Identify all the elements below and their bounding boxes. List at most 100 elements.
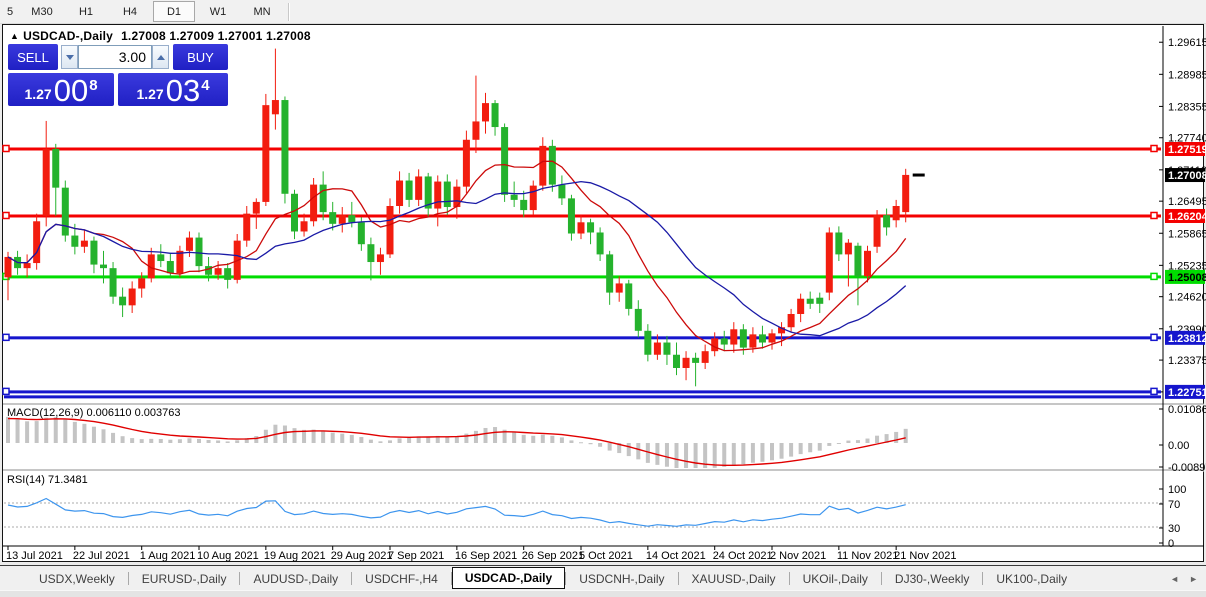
tab-ukoil-daily[interactable]: UKOil-,Daily — [790, 569, 881, 589]
macd-bar — [168, 439, 173, 443]
candle — [548, 145, 556, 185]
macd-bar — [731, 443, 736, 466]
date-label: 14 Oct 2021 — [646, 550, 706, 562]
date-label: 16 Sep 2021 — [455, 550, 517, 562]
tab-usdcad-daily[interactable]: USDCAD-,Daily — [451, 567, 566, 589]
hline-1.22751-2[interactable] — [4, 395, 1161, 399]
tab-audusd-daily[interactable]: AUDUSD-,Daily — [240, 569, 351, 589]
macd-bar — [521, 434, 526, 443]
chart-tabbar: USDX,Weekly EURUSD-,Daily AUDUSD-,Daily USD… — [0, 565, 1206, 591]
tab-eurusd-daily[interactable]: EURUSD-,Daily — [129, 569, 240, 589]
candle — [128, 288, 136, 306]
hline-marker-left — [2, 387, 10, 396]
macd-bar — [674, 443, 679, 468]
macd-bar — [407, 437, 412, 443]
candle — [539, 145, 547, 186]
candle — [558, 184, 566, 199]
tab-usdchf-h4[interactable]: USDCHF-,H4 — [352, 569, 451, 589]
collapse-triangle-icon[interactable]: ▲ — [10, 31, 19, 41]
macd-bar — [531, 435, 536, 443]
level-price-tag: 1.27519 — [1168, 144, 1206, 156]
buy-button[interactable]: BUY — [173, 44, 228, 70]
volume-input[interactable] — [78, 45, 152, 69]
macd-bar — [607, 443, 612, 451]
tab-dj30-weekly[interactable]: DJ30-,Weekly — [882, 569, 982, 589]
macd-bar — [368, 439, 373, 443]
macd-bar — [817, 443, 822, 451]
volume-decrease-button[interactable] — [61, 45, 78, 69]
candle — [797, 298, 805, 314]
candle — [816, 297, 824, 304]
candle — [52, 148, 60, 188]
candle — [606, 254, 614, 293]
date-label: 2 Nov 2021 — [770, 550, 826, 562]
date-label: 24 Oct 2021 — [713, 550, 773, 562]
spin-down-icon — [65, 54, 74, 60]
macd-bar — [493, 427, 498, 443]
candle — [214, 268, 222, 275]
candle — [692, 357, 700, 363]
price-tick-label: 1.29615 — [1168, 37, 1206, 49]
candle — [166, 261, 174, 274]
hline-1.22751[interactable] — [4, 390, 1161, 394]
macd-bar — [779, 443, 784, 459]
level-price-tag: 1.26204 — [1168, 211, 1206, 223]
tab-usdx-weekly[interactable]: USDX,Weekly — [26, 569, 128, 589]
candle — [195, 237, 203, 267]
date-label: 10 Aug 2021 — [197, 550, 259, 562]
hline-marker-right — [1150, 144, 1158, 153]
candle — [396, 180, 404, 207]
macd-bar — [855, 440, 860, 443]
level-price-tag: 1.25008 — [1168, 272, 1206, 284]
sell-button[interactable]: SELL — [8, 44, 58, 70]
tab-scroll-left-button[interactable]: ◄ — [1170, 574, 1179, 584]
candle — [243, 213, 251, 241]
sell-price-big: 00 — [53, 73, 89, 108]
candle — [883, 215, 891, 228]
macd-bar — [684, 443, 689, 468]
candle — [615, 283, 623, 293]
candle — [262, 105, 270, 202]
candle — [510, 194, 518, 200]
hline-1.27519[interactable] — [4, 147, 1161, 151]
macd-bar — [388, 440, 392, 443]
macd-bar — [349, 434, 354, 443]
candle — [758, 334, 766, 343]
macd-bar — [894, 431, 899, 443]
price-tick-label: 1.25865 — [1168, 228, 1206, 240]
candle — [482, 103, 489, 122]
tab-xauusd-daily[interactable]: XAUUSD-,Daily — [679, 569, 789, 589]
hline-1.25008[interactable] — [4, 275, 1161, 279]
macd-axis-label: 0.00 — [1168, 440, 1189, 452]
tab-usdcnh-daily[interactable]: USDCNH-,Daily — [566, 569, 677, 589]
rsi-label: RSI(14) 71.3481 — [7, 474, 88, 486]
macd-bar — [760, 443, 765, 462]
tab-scroll-right-button[interactable]: ► — [1189, 574, 1198, 584]
candle — [873, 215, 881, 247]
current-price-tag: 1.27008 — [1168, 170, 1206, 182]
candle — [892, 206, 900, 221]
price-tick-label: 1.24620 — [1168, 292, 1206, 304]
tab-uk100-daily[interactable]: UK100-,Daily — [983, 569, 1080, 589]
hline-1.26204[interactable] — [4, 214, 1161, 218]
macd-bar — [359, 437, 364, 443]
macd-bar — [254, 436, 259, 443]
macd-bar — [139, 439, 144, 443]
macd-bar — [282, 425, 287, 443]
macd-bar — [626, 443, 631, 457]
macd-bar — [512, 432, 517, 443]
date-label: 5 Oct 2021 — [579, 550, 633, 562]
candle — [663, 342, 671, 355]
candle — [854, 245, 862, 277]
candle — [749, 334, 757, 348]
macd-bar — [798, 443, 803, 455]
hline-1.23812[interactable] — [4, 336, 1161, 340]
candle — [720, 338, 728, 345]
buy-price-box[interactable]: 1.27 03 4 — [118, 73, 228, 106]
macd-bar — [321, 430, 326, 443]
candle — [338, 215, 346, 224]
sell-price-box[interactable]: 1.27 00 8 — [8, 73, 114, 106]
macd-bar — [6, 416, 10, 443]
volume-increase-button[interactable] — [152, 45, 169, 69]
macd-bar — [101, 429, 106, 443]
